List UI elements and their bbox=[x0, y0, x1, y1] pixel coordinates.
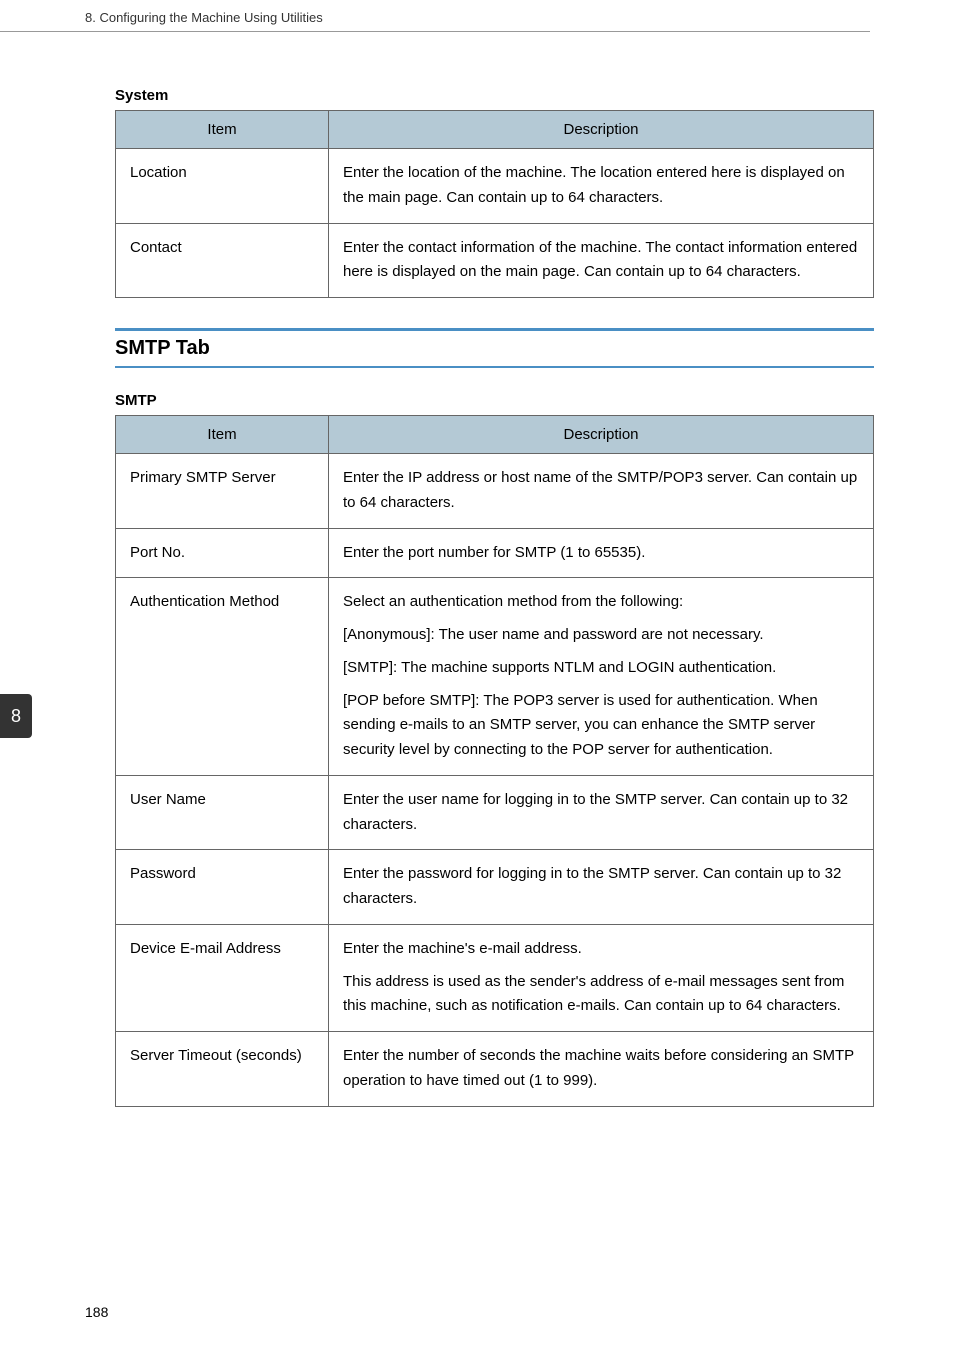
table-row: Authentication Method Select an authenti… bbox=[116, 578, 874, 776]
system-table: Item Description Location Enter the loca… bbox=[115, 110, 874, 298]
smtp-row-description: Enter the password for logging in to the… bbox=[329, 850, 874, 925]
desc-paragraph: Enter the machine's e-mail address. bbox=[343, 937, 859, 962]
system-row-item: Location bbox=[116, 149, 329, 224]
desc-paragraph: Select an authentication method from the… bbox=[343, 590, 859, 615]
smtp-table: Item Description Primary SMTP Server Ent… bbox=[115, 415, 874, 1107]
system-row-description: Enter the contact information of the mac… bbox=[329, 223, 874, 298]
smtp-row-item: Primary SMTP Server bbox=[116, 454, 329, 529]
chapter-title: 8. Configuring the Machine Using Utiliti… bbox=[85, 10, 323, 25]
smtp-row-item: Device E-mail Address bbox=[116, 924, 329, 1031]
desc-paragraph: Enter the IP address or host name of the… bbox=[343, 466, 859, 516]
smtp-row-description: Enter the IP address or host name of the… bbox=[329, 454, 874, 529]
smtp-col-item: Item bbox=[116, 416, 329, 454]
desc-paragraph: This address is used as the sender's add… bbox=[343, 970, 859, 1020]
table-row: Port No. Enter the port number for SMTP … bbox=[116, 528, 874, 578]
system-row-description: Enter the location of the machine. The l… bbox=[329, 149, 874, 224]
smtp-col-description: Description bbox=[329, 416, 874, 454]
system-col-description: Description bbox=[329, 111, 874, 149]
chapter-tab-number: 8 bbox=[11, 706, 21, 727]
smtp-row-description: Enter the machine's e-mail address. This… bbox=[329, 924, 874, 1031]
smtp-row-item: Port No. bbox=[116, 528, 329, 578]
smtp-row-description: Enter the number of seconds the machine … bbox=[329, 1032, 874, 1107]
page-content: System Item Description Location Enter t… bbox=[0, 32, 959, 1107]
smtp-row-description: Enter the user name for logging in to th… bbox=[329, 775, 874, 850]
desc-paragraph: [SMTP]: The machine supports NTLM and LO… bbox=[343, 656, 859, 681]
desc-paragraph: Enter the port number for SMTP (1 to 655… bbox=[343, 541, 859, 566]
desc-paragraph: Enter the user name for logging in to th… bbox=[343, 788, 859, 838]
desc-paragraph: Enter the password for logging in to the… bbox=[343, 862, 859, 912]
desc-paragraph: [Anonymous]: The user name and password … bbox=[343, 623, 859, 648]
system-col-item: Item bbox=[116, 111, 329, 149]
page-number: 188 bbox=[85, 1304, 108, 1320]
table-row: Location Enter the location of the machi… bbox=[116, 149, 874, 224]
table-row: Server Timeout (seconds) Enter the numbe… bbox=[116, 1032, 874, 1107]
smtp-row-description: Select an authentication method from the… bbox=[329, 578, 874, 776]
smtp-table-title: SMTP bbox=[115, 392, 874, 409]
smtp-row-item: Authentication Method bbox=[116, 578, 329, 776]
table-row: Device E-mail Address Enter the machine'… bbox=[116, 924, 874, 1031]
table-row: Contact Enter the contact information of… bbox=[116, 223, 874, 298]
table-row: User Name Enter the user name for loggin… bbox=[116, 775, 874, 850]
table-row: Password Enter the password for logging … bbox=[116, 850, 874, 925]
desc-paragraph: Enter the number of seconds the machine … bbox=[343, 1044, 859, 1094]
smtp-row-item: User Name bbox=[116, 775, 329, 850]
system-table-title: System bbox=[115, 87, 874, 104]
smtp-row-item: Password bbox=[116, 850, 329, 925]
smtp-row-description: Enter the port number for SMTP (1 to 655… bbox=[329, 528, 874, 578]
table-row: Primary SMTP Server Enter the IP address… bbox=[116, 454, 874, 529]
chapter-tab: 8 bbox=[0, 694, 32, 738]
smtp-row-item: Server Timeout (seconds) bbox=[116, 1032, 329, 1107]
page-header: 8. Configuring the Machine Using Utiliti… bbox=[0, 0, 870, 32]
desc-paragraph: [POP before SMTP]: The POP3 server is us… bbox=[343, 689, 859, 763]
smtp-tab-heading: SMTP Tab bbox=[115, 328, 874, 368]
system-row-item: Contact bbox=[116, 223, 329, 298]
